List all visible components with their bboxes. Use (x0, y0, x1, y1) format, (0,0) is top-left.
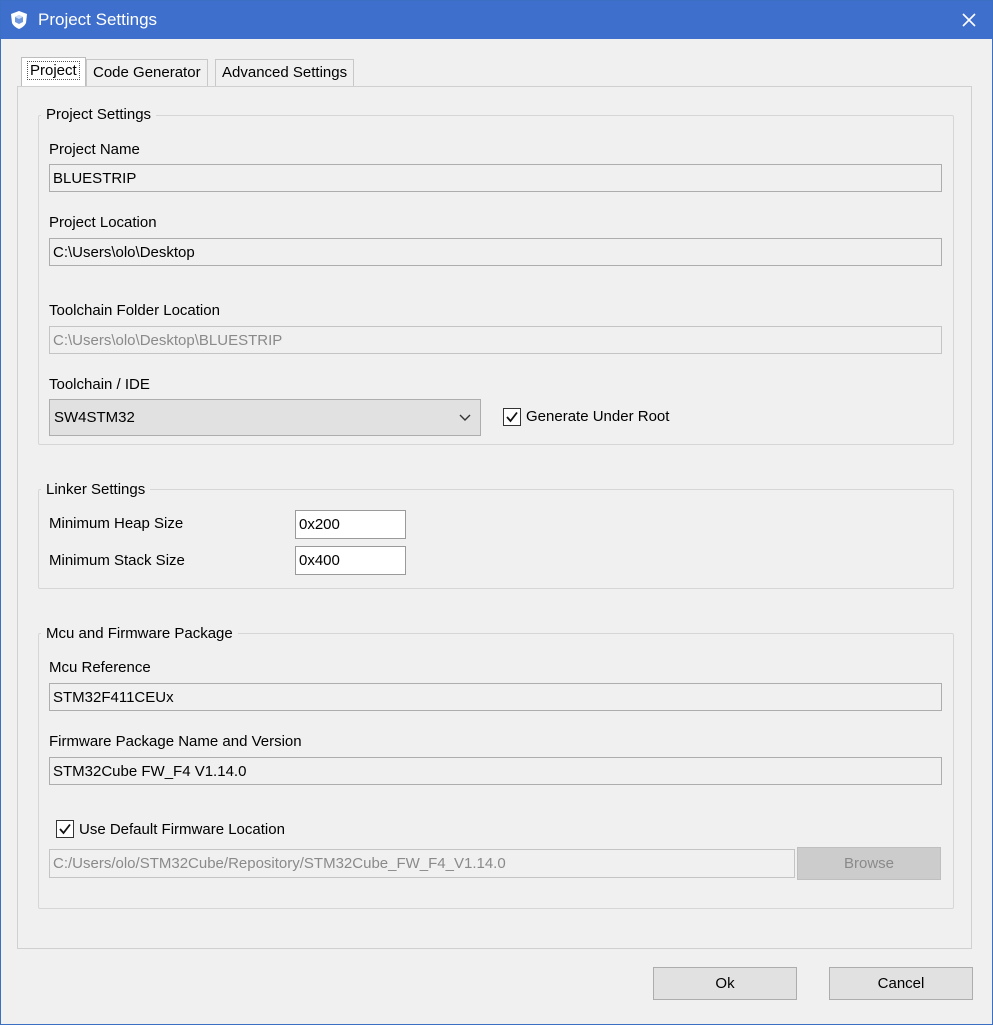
firmware-package-label: Firmware Package Name and Version (49, 733, 302, 750)
project-location-input[interactable] (49, 238, 942, 266)
tab-code-generator-label: Code Generator (93, 64, 201, 81)
min-heap-input[interactable] (295, 510, 406, 539)
linker-settings-group (38, 489, 954, 589)
min-heap-label: Minimum Heap Size (49, 515, 184, 532)
close-button[interactable] (946, 1, 992, 39)
mcu-reference-label: Mcu Reference (49, 659, 151, 676)
cancel-button[interactable]: Cancel (829, 967, 973, 1000)
cube-shield-icon (11, 11, 27, 29)
min-stack-input[interactable] (295, 546, 406, 575)
toolchain-folder-input (49, 326, 942, 354)
project-location-label: Project Location (49, 214, 157, 231)
mcu-reference-input[interactable] (49, 683, 942, 711)
toolchain-ide-label: Toolchain / IDE (49, 376, 150, 393)
checkmark-icon (506, 411, 518, 423)
browse-button: Browse (797, 847, 941, 880)
ok-button[interactable]: Ok (653, 967, 797, 1000)
use-default-firmware-label[interactable]: Use Default Firmware Location (79, 821, 285, 838)
project-settings-dialog: Project Settings Project Code Generator … (0, 0, 993, 1025)
firmware-package-input[interactable] (49, 757, 942, 785)
firmware-location-input (49, 849, 795, 878)
toolchain-ide-value: SW4STM32 (54, 409, 135, 426)
project-name-label: Project Name (49, 141, 140, 158)
tab-project[interactable]: Project (21, 57, 86, 87)
toolchain-folder-label: Toolchain Folder Location (49, 302, 220, 319)
linker-settings-legend: Linker Settings (41, 481, 151, 498)
generate-under-root-label[interactable]: Generate Under Root (526, 408, 669, 425)
title-bar[interactable]: Project Settings (1, 1, 992, 39)
generate-under-root-checkbox[interactable] (503, 408, 521, 426)
use-default-firmware-checkbox[interactable] (56, 820, 74, 838)
project-settings-legend: Project Settings (41, 106, 157, 123)
project-name-input[interactable] (49, 164, 942, 192)
toolchain-ide-select[interactable]: SW4STM32 (49, 399, 481, 436)
chevron-down-icon (459, 414, 471, 421)
tab-project-label: Project (27, 61, 80, 80)
mcu-firmware-legend: Mcu and Firmware Package (41, 625, 238, 642)
window-title: Project Settings (38, 10, 158, 29)
tab-advanced-settings-label: Advanced Settings (222, 64, 348, 81)
min-stack-label: Minimum Stack Size (49, 552, 185, 569)
close-icon (962, 13, 976, 27)
checkmark-icon (59, 823, 71, 835)
tab-advanced-settings[interactable]: Advanced Settings (215, 59, 355, 86)
tab-code-generator[interactable]: Code Generator (86, 59, 208, 86)
